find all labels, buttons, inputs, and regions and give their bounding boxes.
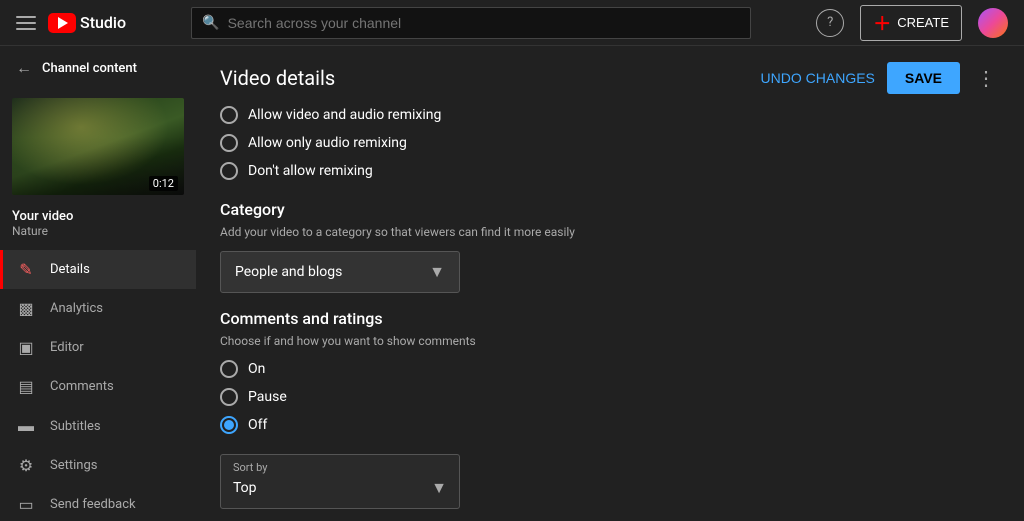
topbar-right: ? ＋ CREATE	[816, 5, 1008, 41]
search-input[interactable]	[228, 15, 741, 31]
sidebar-item-label: Settings	[50, 458, 97, 473]
remixing-allow-audio-label: Allow only audio remixing	[248, 135, 407, 151]
topbar-left: Studio	[16, 13, 126, 33]
sidebar-back[interactable]: ← Channel content	[0, 46, 196, 90]
remixing-no-remixing-label: Don't allow remixing	[248, 163, 373, 179]
comments-on[interactable]: On	[220, 360, 1000, 378]
remixing-allow-both-label: Allow video and audio remixing	[248, 107, 441, 123]
category-description: Add your video to a category so that vie…	[220, 225, 1000, 239]
sidebar-item-label: Details	[50, 262, 90, 277]
help-button[interactable]: ?	[816, 9, 844, 37]
remixing-options: Allow video and audio remixing Allow onl…	[220, 106, 1000, 180]
radio-comments-on[interactable]	[220, 360, 238, 378]
sort-label: Sort by	[221, 455, 459, 474]
comments-description: Choose if and how you want to show comme…	[220, 334, 1000, 348]
details-icon: ✎	[16, 260, 36, 279]
radio-comments-off[interactable]	[220, 416, 238, 434]
topbar: Studio 🔍 ? ＋ CREATE	[0, 0, 1024, 46]
back-arrow-icon: ←	[16, 58, 32, 78]
details-content: Allow video and audio remixing Allow onl…	[196, 106, 1024, 521]
hamburger-menu[interactable]	[16, 16, 36, 30]
sidebar-item-label: Comments	[50, 379, 114, 394]
details-header: Video details UNDO CHANGES SAVE ⋮	[196, 46, 1024, 106]
video-subtitle: Nature	[12, 224, 184, 238]
sort-value: Top	[233, 480, 257, 496]
channel-content-label: Channel content	[42, 61, 137, 76]
create-label: CREATE	[897, 15, 949, 30]
category-dropdown[interactable]: People and blogs ▼	[220, 251, 460, 293]
video-thumbnail-container: 0:12	[0, 90, 196, 203]
create-button[interactable]: ＋ CREATE	[860, 5, 962, 41]
undo-changes-button[interactable]: UNDO CHANGES	[761, 70, 875, 86]
search-bar[interactable]: 🔍	[191, 7, 751, 39]
main-content: ← Channel content 0:12 Your video Nature…	[0, 46, 1024, 521]
sidebar-item-settings[interactable]: ⚙ Settings	[0, 446, 196, 485]
comments-section: Comments and ratings Choose if and how y…	[220, 309, 1000, 521]
radio-comments-pause[interactable]	[220, 388, 238, 406]
radio-allow-audio[interactable]	[220, 134, 238, 152]
comments-title: Comments and ratings	[220, 309, 1000, 328]
video-title: Your video	[12, 209, 184, 224]
category-selected: People and blogs	[235, 264, 342, 280]
youtube-icon	[48, 13, 76, 33]
details-title: Video details	[220, 66, 335, 90]
sidebar-item-label: Analytics	[50, 301, 103, 316]
video-info: Your video Nature	[0, 203, 196, 242]
remixing-allow-audio[interactable]: Allow only audio remixing	[220, 134, 1000, 152]
subtitles-icon: ▬	[16, 416, 36, 436]
video-thumbnail: 0:12	[12, 98, 184, 195]
comments-off-label: Off	[248, 417, 267, 433]
comments-options: On Pause Off	[220, 360, 1000, 434]
sort-dropdown-arrow: ▼	[431, 478, 447, 498]
sidebar-item-details[interactable]: ✎ Details	[0, 250, 196, 289]
avatar[interactable]	[978, 8, 1008, 38]
category-section: Category Add your video to a category so…	[220, 200, 1000, 293]
sidebar-item-editor[interactable]: ▣ Editor	[0, 328, 196, 367]
sidebar-nav: ✎ Details ▩ Analytics ▣ Editor ▤ Comment…	[0, 250, 196, 521]
analytics-icon: ▩	[16, 299, 36, 318]
sort-dropdown[interactable]: Top ▼	[221, 474, 459, 508]
save-button[interactable]: SAVE	[887, 62, 960, 94]
remixing-no-remixing[interactable]: Don't allow remixing	[220, 162, 1000, 180]
editor-icon: ▣	[16, 338, 36, 357]
category-dropdown-arrow: ▼	[429, 262, 445, 282]
comments-pause-label: Pause	[248, 389, 287, 405]
feedback-icon: ▭	[16, 495, 36, 514]
sidebar: ← Channel content 0:12 Your video Nature…	[0, 46, 196, 521]
comments-pause[interactable]: Pause	[220, 388, 1000, 406]
more-options-button[interactable]: ⋮	[972, 62, 1000, 94]
radio-allow-both[interactable]	[220, 106, 238, 124]
sidebar-item-analytics[interactable]: ▩ Analytics	[0, 289, 196, 328]
comments-icon: ▤	[16, 377, 36, 396]
remixing-allow-both[interactable]: Allow video and audio remixing	[220, 106, 1000, 124]
radio-no-remixing[interactable]	[220, 162, 238, 180]
search-icon: 🔍	[202, 15, 219, 31]
details-actions: UNDO CHANGES SAVE ⋮	[761, 62, 1000, 94]
create-plus-icon: ＋	[873, 10, 891, 36]
comments-off[interactable]: Off	[220, 416, 1000, 434]
sidebar-item-comments[interactable]: ▤ Comments	[0, 367, 196, 406]
studio-label: Studio	[80, 13, 126, 32]
sidebar-item-send-feedback[interactable]: ▭ Send feedback	[0, 485, 196, 521]
comments-on-label: On	[248, 361, 265, 377]
category-title: Category	[220, 200, 1000, 219]
sidebar-item-label: Send feedback	[50, 497, 136, 512]
sidebar-item-subtitles[interactable]: ▬ Subtitles	[0, 406, 196, 446]
sort-dropdown-container: Sort by Top ▼	[220, 454, 460, 509]
yt-logo: Studio	[48, 13, 126, 33]
sidebar-item-label: Subtitles	[50, 419, 101, 434]
settings-icon: ⚙	[16, 456, 36, 475]
details-area: Video details UNDO CHANGES SAVE ⋮ Allow …	[196, 46, 1024, 521]
sidebar-item-label: Editor	[50, 340, 84, 355]
video-duration: 0:12	[149, 176, 178, 191]
